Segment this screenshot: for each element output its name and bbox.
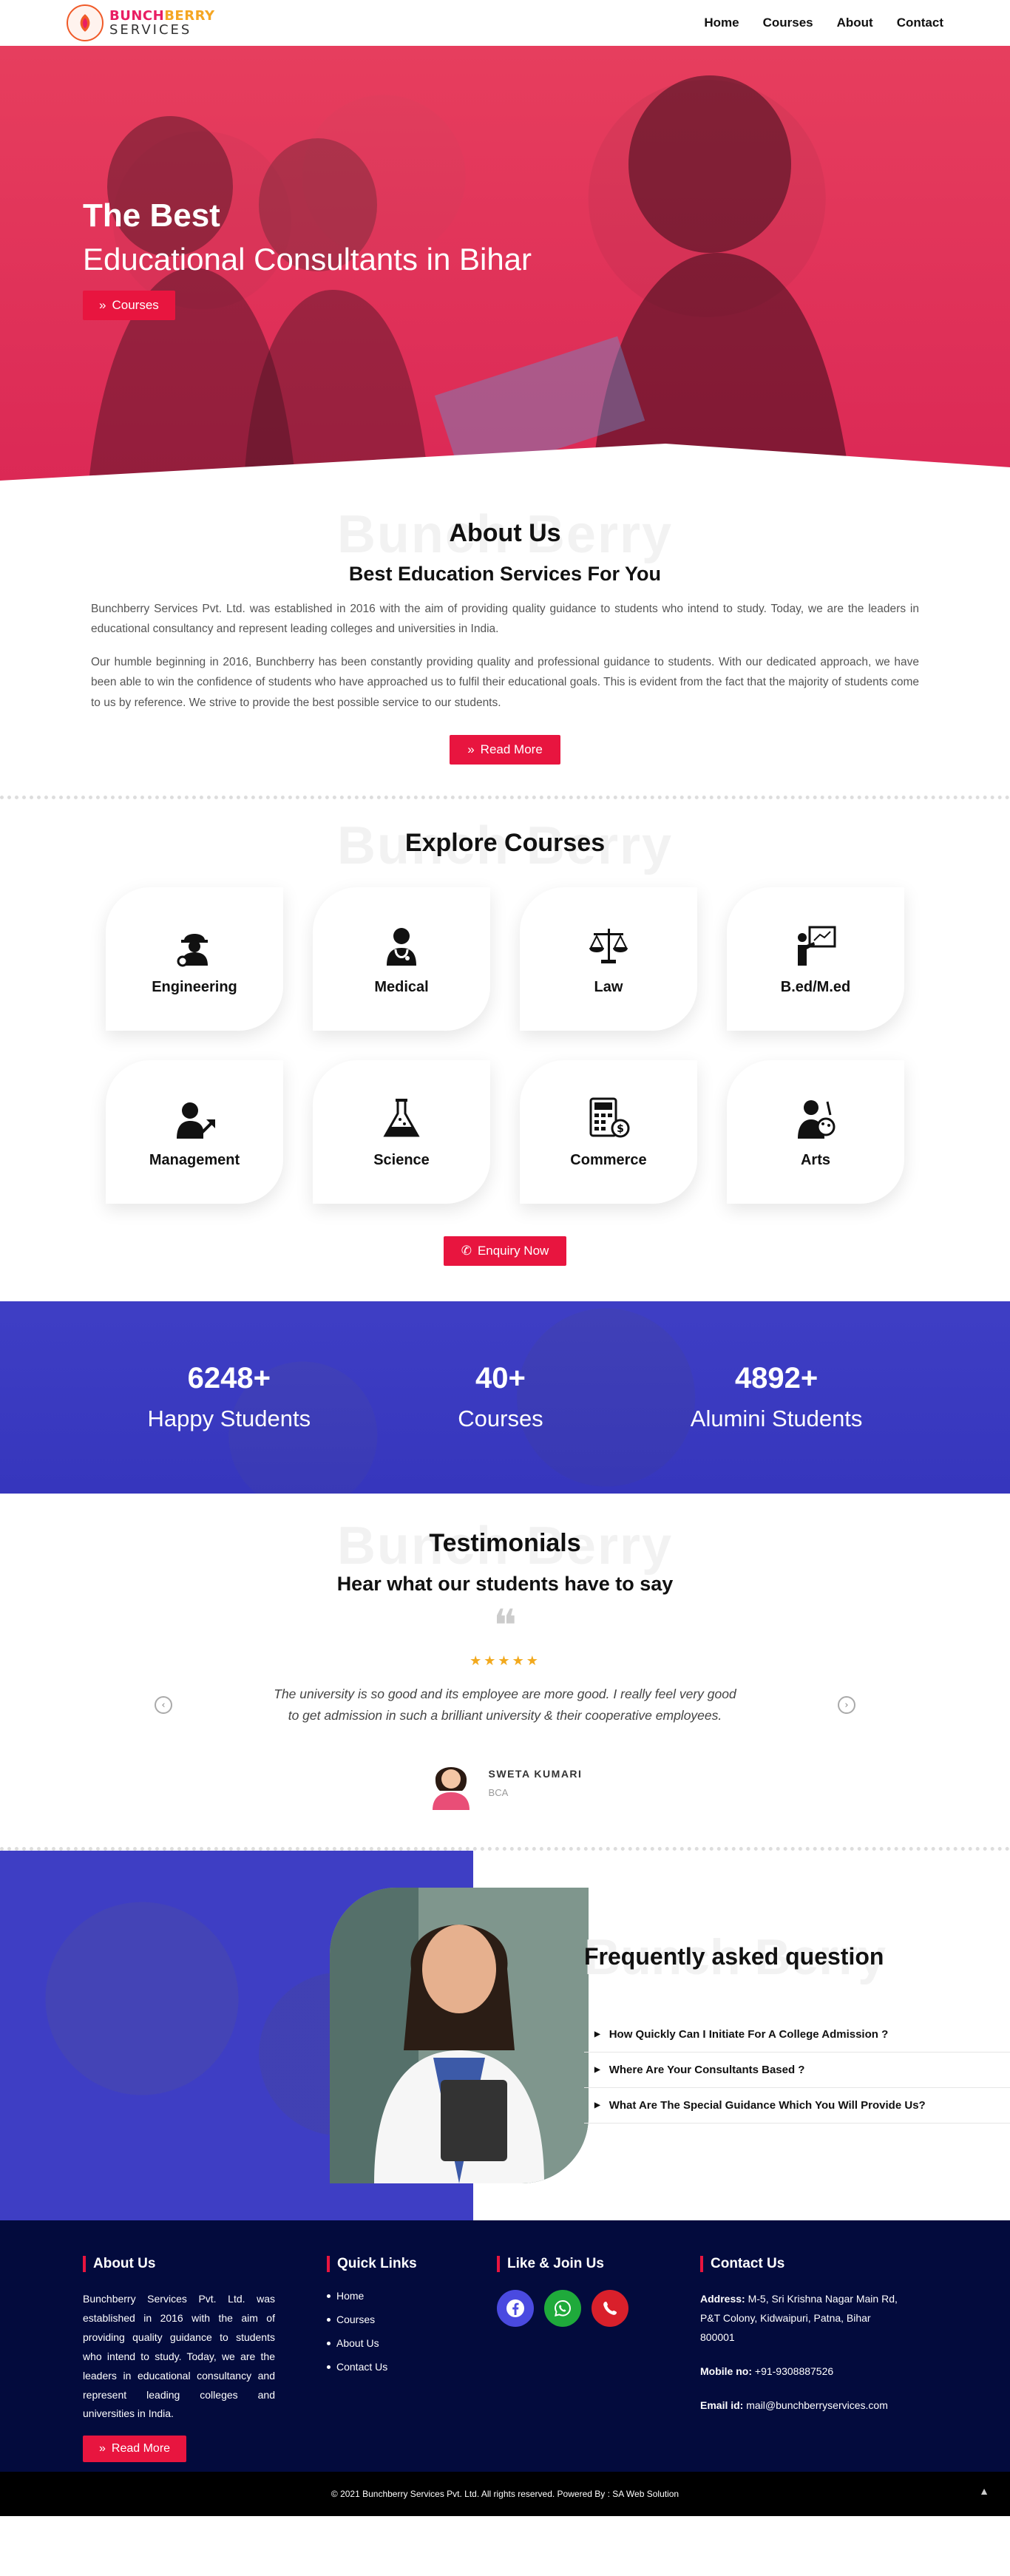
phone-icon[interactable] [592, 2290, 628, 2328]
caret-right-icon: ▶ [594, 2030, 600, 2039]
testimonial-text: The university is so good and its employ… [274, 1686, 736, 1723]
double-chevron-right-icon: » [99, 298, 106, 312]
hero-courses-button[interactable]: » Courses [83, 291, 175, 320]
double-chevron-right-icon: » [467, 742, 475, 756]
about-paragraph-1: Bunchberry Services Pvt. Ltd. was establ… [91, 603, 919, 636]
avatar [432, 1767, 470, 1811]
course-card-medical[interactable]: Medical [313, 887, 490, 1031]
enquiry-now-button[interactable]: ✆ Enquiry Now [443, 1236, 567, 1266]
artist-icon [798, 1100, 836, 1139]
about-section: Bunch Berry About Us Best Education Serv… [0, 482, 1010, 796]
author-name: SWETA KUMARI [488, 1767, 583, 1780]
author-course: BCA [488, 1786, 509, 1798]
manager-growth-icon [177, 1102, 215, 1139]
footer-contact: Contact Us Address: M-5, Sri Krishna Nag… [685, 2256, 927, 2462]
copyright-bar: © 2021 Bunchberry Services Pvt. Ltd. All… [0, 2472, 1010, 2517]
testimonials-title: Testimonials [429, 1528, 581, 1557]
courses-title: Explore Courses [404, 828, 606, 857]
footer-about-text: Bunchberry Services Pvt. Ltd. was establ… [83, 2293, 275, 2420]
footer-quick-links: Quick Links Home Courses About Us Contac… [297, 2256, 475, 2462]
about-title: About Us [449, 519, 561, 547]
svg-text:$: $ [617, 1123, 624, 1135]
brand-name-bottom: SERVICES [109, 22, 192, 38]
nav-home[interactable]: Home [704, 16, 739, 30]
course-card-commerce[interactable]: $ Commerce [520, 1060, 697, 1204]
course-card-law[interactable]: Law [520, 887, 697, 1031]
about-paragraph-2: Our humble beginning in 2016, Bunchberry… [91, 656, 919, 709]
footer-link-courses[interactable]: Courses [327, 2314, 453, 2325]
hero-title: The Best [83, 197, 220, 234]
nav-contact[interactable]: Contact [897, 16, 943, 30]
brand-name-top: BUNCHBERRY [109, 8, 215, 24]
hero-banner: The Best Educational Consultants in Biha… [0, 46, 1010, 482]
faq-section: Bunch Berry Frequently asked question ▶ H… [0, 1851, 1010, 2221]
about-subtitle: Best Education Services For You [348, 563, 662, 585]
scroll-top-icon[interactable]: ▲ [979, 2485, 989, 2497]
whatsapp-icon[interactable] [544, 2290, 581, 2328]
footer-link-about[interactable]: About Us [327, 2337, 453, 2349]
caret-right-icon: ▶ [594, 2101, 600, 2110]
testimonials-section: Bunch Berry Testimonials Hear what our s… [0, 1494, 1010, 1848]
star-rating: ★★★★★ [470, 1653, 540, 1669]
quote-icon: ❝ [492, 1599, 518, 1652]
faq-list: ▶ How Quickly Can I Initiate For A Colleg… [584, 2017, 1010, 2124]
footer-link-contact[interactable]: Contact Us [327, 2361, 453, 2373]
facebook-icon[interactable] [497, 2290, 534, 2328]
testimonial-author: SWETA KUMARI BCA [0, 1755, 1010, 1811]
stats-band: 6248+ Happy Students 40+ Courses 4892+ A… [0, 1301, 1010, 1494]
course-card-science[interactable]: Science [313, 1060, 490, 1204]
footer-read-more-button[interactable]: » Read More [83, 2436, 187, 2463]
footer: About Us Bunchberry Services Pvt. Ltd. w… [0, 2220, 1010, 2472]
phone-icon: ✆ [461, 1243, 472, 1258]
faq-item[interactable]: ▶ How Quickly Can I Initiate For A Colleg… [584, 2017, 1010, 2053]
next-arrow-icon[interactable]: › [838, 1696, 855, 1715]
footer-about: About Us Bunchberry Services Pvt. Ltd. w… [83, 2256, 297, 2463]
course-grid: Engineering Medical Law B.ed/M.ed Manage… [0, 887, 1010, 1204]
faq-item[interactable]: ▶ Where Are Your Consultants Based ? [584, 2053, 1010, 2089]
prev-arrow-icon[interactable]: ‹ [155, 1696, 172, 1715]
course-card-arts[interactable]: Arts [727, 1060, 904, 1204]
course-card-management[interactable]: Management [106, 1060, 283, 1204]
faq-item[interactable]: ▶ What Are The Special Guidance Which You… [584, 2088, 1010, 2124]
faq-student-photo [330, 1888, 589, 2184]
top-navbar: BUNCHBERRY SERVICES Home Courses About C… [0, 0, 1010, 46]
stat-happy-students: 6248+ Happy Students [147, 1362, 311, 1432]
course-card-bed-med[interactable]: B.ed/M.ed [727, 887, 904, 1031]
teacher-board-icon [798, 926, 836, 966]
footer-address: Address: M-5, Sri Krishna Nagar Main Rd,… [700, 2293, 898, 2343]
brand-logo[interactable]: BUNCHBERRY SERVICES [67, 4, 214, 41]
footer-link-home[interactable]: Home [327, 2290, 453, 2302]
hero-wave-divider [0, 444, 1010, 482]
flask-icon [383, 1099, 420, 1137]
footer-mobile[interactable]: Mobile no: +91-9308887526 [700, 2362, 905, 2382]
courses-section: Bunch Berry Explore Courses Engineering … [0, 799, 1010, 1301]
footer-social: Like & Join Us [475, 2256, 685, 2462]
hero-subtitle: Educational Consultants in Bihar [83, 242, 532, 277]
nav-about[interactable]: About [837, 16, 873, 30]
doctor-icon [387, 928, 416, 966]
scales-icon [589, 929, 628, 964]
main-menu: Home Courses About Contact [704, 16, 943, 30]
footer-email[interactable]: Email id: mail@bunchberryservices.com [700, 2396, 905, 2416]
double-chevron-right-icon: » [99, 2442, 106, 2455]
caret-right-icon: ▶ [594, 2066, 600, 2075]
faq-title: Frequently asked question [584, 1943, 884, 1970]
copyright-text: © 2021 Bunchberry Services Pvt. Ltd. All… [331, 2489, 679, 2500]
course-card-engineering[interactable]: Engineering [106, 887, 283, 1031]
calculator-icon: $ [589, 1097, 630, 1138]
stat-alumni-students: 4892+ Alumini Students [690, 1362, 863, 1432]
stat-courses: 40+ Courses [458, 1362, 543, 1432]
logo-mark-icon [67, 4, 104, 41]
nav-courses[interactable]: Courses [763, 16, 813, 30]
engineer-icon [177, 934, 208, 967]
about-read-more-button[interactable]: » Read More [450, 734, 560, 765]
